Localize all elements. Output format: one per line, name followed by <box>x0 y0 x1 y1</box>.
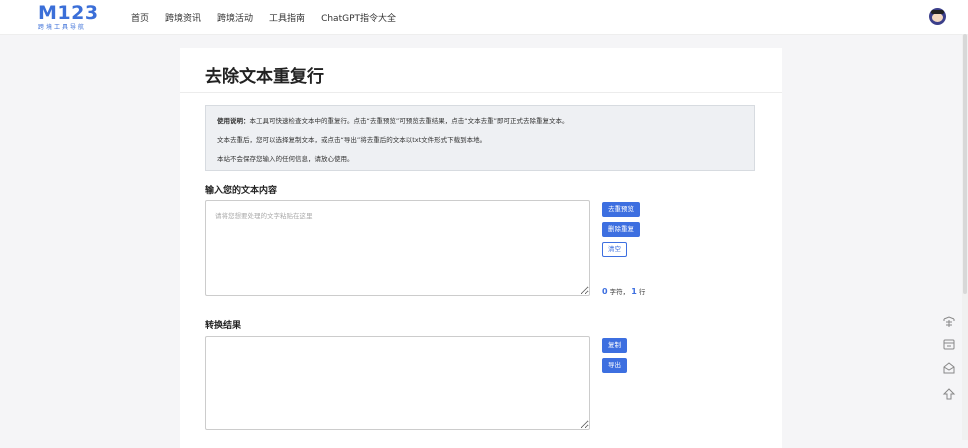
logo-text: M123 <box>38 2 99 24</box>
shop-icon[interactable] <box>940 335 958 353</box>
char-unit: 字符， <box>609 288 630 296</box>
title-divider <box>180 92 782 93</box>
note-label: 使用说明： <box>217 117 250 125</box>
clear-button[interactable]: 清空 <box>602 242 627 257</box>
top-header: M123 跨境工具导航 首页 跨境资讯 跨境活动 工具指南 ChatGPT指令大… <box>0 0 968 35</box>
page-title: 去除文本重复行 <box>205 67 324 87</box>
main-nav: 首页 跨境资讯 跨境活动 工具指南 ChatGPT指令大全 <box>131 11 412 24</box>
message-icon[interactable] <box>940 313 958 331</box>
scrollbar-thumb[interactable] <box>963 34 967 294</box>
output-heading: 转换结果 <box>205 321 242 331</box>
back-to-top-icon[interactable] <box>940 385 958 403</box>
copy-button[interactable]: 复制 <box>602 338 627 353</box>
note-line-2: 文本去重后，您可以选择复制文本，或点击“导出”将去重后的文本以txt文件形式下载… <box>217 136 487 144</box>
usage-note: 使用说明：本工具可快速检查文本中的重复行。点击“去重预览”可预览去重结果，点击“… <box>205 105 755 171</box>
line-count: 1 <box>631 287 637 296</box>
page-scrollbar[interactable] <box>962 34 968 440</box>
site-logo[interactable]: M123 跨境工具导航 <box>38 2 98 31</box>
char-count: 0 <box>602 287 608 296</box>
avatar-hat <box>931 10 944 14</box>
nav-news[interactable]: 跨境资讯 <box>165 11 201 24</box>
preview-dedupe-button[interactable]: 去重预览 <box>602 202 640 217</box>
text-stats: 0 字符， 1 行 <box>602 286 645 296</box>
mail-icon[interactable] <box>940 359 958 377</box>
output-textarea[interactable] <box>205 336 590 430</box>
remove-duplicates-button[interactable]: 删除重复 <box>602 222 640 237</box>
avatar-face <box>932 13 943 22</box>
note-line-3: 本站不会保存您输入的任何信息，请放心使用。 <box>217 155 354 163</box>
input-textarea[interactable] <box>205 200 590 296</box>
nav-chatgpt-prompts[interactable]: ChatGPT指令大全 <box>321 11 396 24</box>
input-heading: 输入您的文本内容 <box>205 186 278 196</box>
nav-tool-guide[interactable]: 工具指南 <box>269 11 305 24</box>
nav-home[interactable]: 首页 <box>131 11 149 24</box>
note-line-1: 使用说明：本工具可快速检查文本中的重复行。点击“去重预览”可预览去重结果，点击“… <box>217 115 568 125</box>
nav-events[interactable]: 跨境活动 <box>217 11 253 24</box>
line-unit: 行 <box>638 288 646 296</box>
note-line-1-text: 本工具可快速检查文本中的重复行。点击“去重预览”可预览去重结果，点击“文本去重”… <box>249 117 569 125</box>
user-avatar[interactable] <box>929 8 946 25</box>
export-button[interactable]: 导出 <box>602 358 627 373</box>
logo-subtitle: 跨境工具导航 <box>38 24 87 31</box>
tool-card: 去除文本重复行 使用说明：本工具可快速检查文本中的重复行。点击“去重预览”可预览… <box>180 48 782 448</box>
